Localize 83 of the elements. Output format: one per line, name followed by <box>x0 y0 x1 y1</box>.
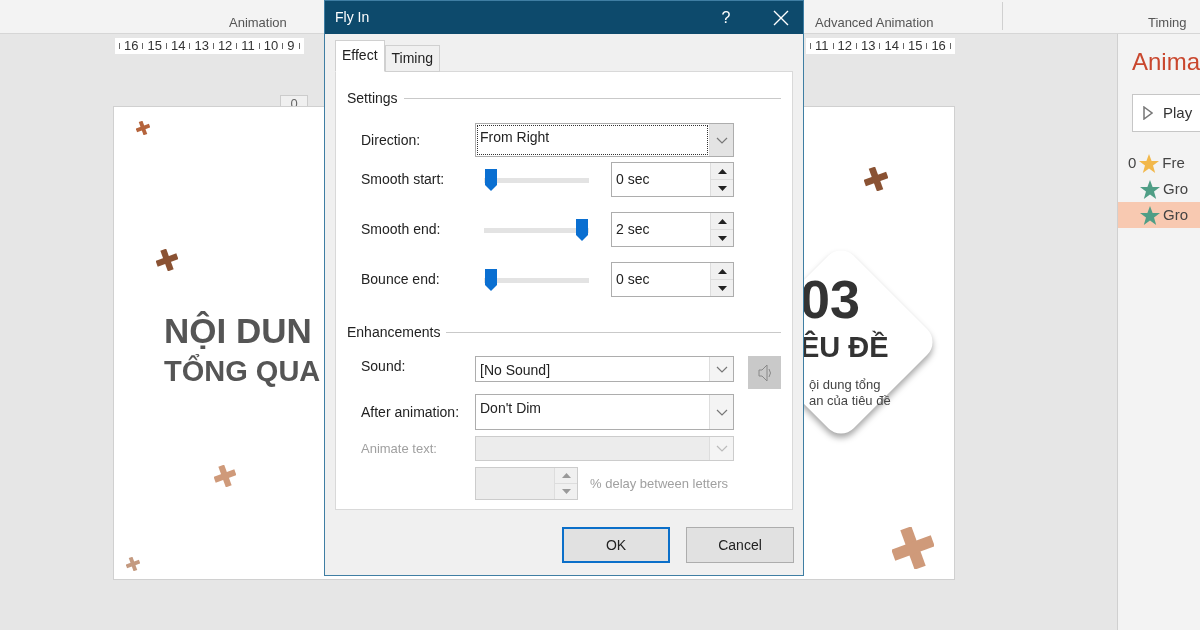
slide-title: NỘI DUN <box>164 310 312 352</box>
dialog-title: Fly In <box>335 8 371 27</box>
close-icon <box>773 9 789 26</box>
down-arrow-icon <box>561 489 571 494</box>
item-label: Fre <box>1162 152 1185 173</box>
up-arrow-icon <box>561 473 571 478</box>
item-index: 0 <box>1128 152 1137 173</box>
play-button[interactable]: Play <box>1132 94 1200 132</box>
ruler-number: 9 <box>287 37 295 56</box>
ruler-number: 10 <box>263 37 279 56</box>
spin-down-button[interactable] <box>710 229 733 246</box>
spin-down-button[interactable] <box>710 179 733 196</box>
field-label: % delay between letters <box>590 474 729 493</box>
chevron-icon <box>715 136 728 144</box>
cross-decoration <box>892 527 934 569</box>
ruler-number: 16 <box>124 37 139 56</box>
ruler-number: 13 <box>194 37 209 56</box>
field-label: Direction: <box>361 130 422 150</box>
ribbon-group-label: Timing <box>1148 14 1187 32</box>
ruler-number: 14 <box>170 37 186 56</box>
cross-decoration <box>136 121 150 135</box>
ruler-number: 15 <box>907 37 923 56</box>
field-label: Animate text: <box>361 439 438 458</box>
field-label: After animation: <box>361 402 461 422</box>
field-label: Smooth start: <box>361 170 446 189</box>
animation-list-item[interactable]: Gro <box>1118 202 1200 228</box>
card-text: an của tiêu đề <box>809 392 891 410</box>
up-arrow-icon <box>717 168 727 174</box>
field-label: Smooth end: <box>361 220 442 239</box>
help-button[interactable]: ? <box>711 4 741 31</box>
spin-up-button[interactable] <box>710 213 733 229</box>
ruler-number: 12 <box>217 37 233 56</box>
card-text: ội dung tổng <box>809 376 881 394</box>
group-heading: Enhancements <box>347 323 441 342</box>
ruler-number: 11 <box>815 37 829 56</box>
slider-thumb[interactable] <box>484 267 498 292</box>
chevron-icon <box>715 408 728 416</box>
direction-dropdown[interactable]: From Right <box>475 123 734 157</box>
ruler-number: 16 <box>931 37 946 56</box>
cross-decoration <box>156 249 178 271</box>
field-label: Sound: <box>361 357 407 376</box>
ribbon-group-label: Advanced Animation <box>815 14 934 32</box>
dialog-tab[interactable]: Effect <box>335 40 385 72</box>
card-number: 03 <box>800 272 861 326</box>
chevron-icon <box>715 445 728 452</box>
up-arrow-icon <box>717 268 727 274</box>
ruler-number: 13 <box>860 37 876 56</box>
animation-list-item[interactable]: Gro <box>1118 176 1200 202</box>
play-icon <box>1143 106 1153 120</box>
group-heading: Settings <box>347 89 398 108</box>
spin-up-button[interactable] <box>710 163 733 179</box>
item-label: Gro <box>1163 178 1188 199</box>
down-arrow-icon <box>717 185 727 191</box>
up-arrow-icon <box>717 218 727 224</box>
item-label: Gro <box>1163 204 1188 225</box>
spin-field[interactable]: 0 sec <box>611 262 734 297</box>
slider-thumb[interactable] <box>575 217 589 242</box>
cross-decoration <box>214 465 236 487</box>
pane-title: Anima <box>1131 47 1200 77</box>
spin-down-button[interactable] <box>710 279 733 296</box>
ruler-number: 11 <box>241 37 255 56</box>
slide-title: TỔNG QUA <box>164 353 321 389</box>
down-arrow-icon <box>717 285 727 291</box>
spin-up-button[interactable] <box>710 263 733 279</box>
spin-field[interactable]: 0 sec <box>611 162 734 197</box>
dialog-button[interactable]: OK <box>562 527 670 563</box>
chevron-icon <box>715 365 728 373</box>
ruler-number: 14 <box>884 37 899 56</box>
after-animation-dropdown[interactable]: Don't Dim <box>475 394 734 430</box>
ruler-number: 12 <box>837 37 852 56</box>
cross-decoration <box>126 557 140 571</box>
field-label: Bounce end: <box>361 270 441 289</box>
ribbon-group-label: Animation <box>229 14 287 32</box>
ruler-number: 15 <box>147 37 162 56</box>
cross-decoration <box>864 167 888 191</box>
dialog-button[interactable]: Cancel <box>686 527 794 563</box>
spin-field[interactable]: 2 sec <box>611 212 734 247</box>
animation-list-item[interactable]: 0 Fre <box>1118 150 1200 176</box>
sound-dropdown[interactable]: [No Sound] <box>475 356 734 382</box>
slider-thumb[interactable] <box>484 167 498 192</box>
speaker-icon <box>756 363 773 382</box>
dialog-tab[interactable]: Timing <box>384 45 441 72</box>
down-arrow-icon <box>717 235 727 241</box>
